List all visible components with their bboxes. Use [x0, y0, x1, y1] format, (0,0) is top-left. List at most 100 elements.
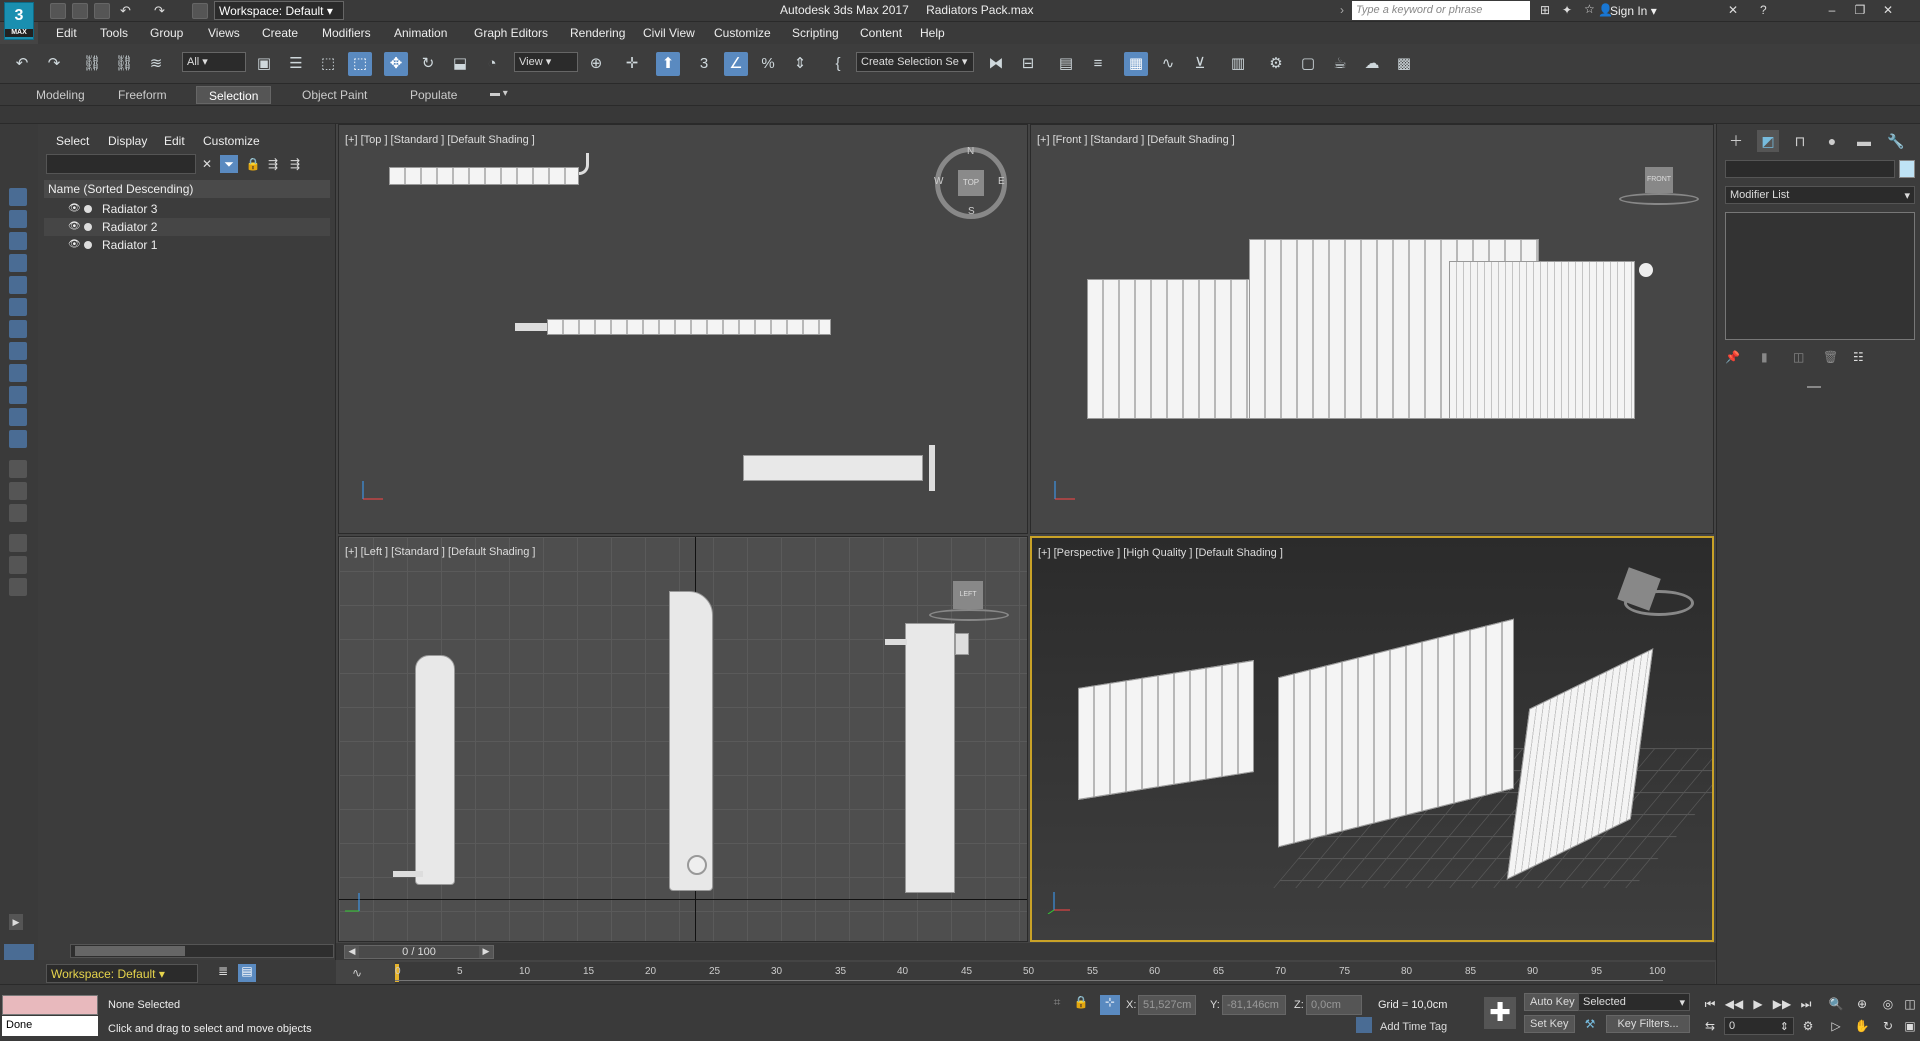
radiator-front-view-1[interactable]	[1087, 279, 1267, 419]
display-geometry-icon[interactable]	[9, 188, 27, 206]
display-containers-icon[interactable]	[9, 386, 27, 404]
zoom-extents-icon[interactable]: ◎	[1878, 995, 1898, 1013]
tab-freeform[interactable]: Freeform	[118, 88, 167, 102]
radiator-persp-1[interactable]	[1078, 660, 1254, 800]
scene-row-radiator-2[interactable]: 👁 Radiator 2	[44, 218, 330, 236]
object-name-input[interactable]	[1725, 160, 1895, 178]
open-file-icon[interactable]	[72, 3, 88, 19]
display-xrefs-icon[interactable]	[9, 342, 27, 360]
redo-icon[interactable]: ↷	[154, 3, 170, 19]
window-crossing-icon[interactable]: ⬚	[348, 52, 372, 76]
filter-icon[interactable]	[9, 556, 27, 574]
display-panel-icon[interactable]: ▬	[1853, 130, 1875, 152]
viewcube-left[interactable]: LEFT	[953, 581, 983, 609]
rotate-icon[interactable]: ↻	[416, 52, 440, 76]
exchange-apps-icon[interactable]: ✕	[1728, 3, 1738, 17]
mirror-icon[interactable]: ⧓	[984, 52, 1008, 76]
radiator-top-view-2[interactable]	[547, 319, 831, 335]
link-icon[interactable]: ⛓	[80, 52, 104, 76]
display-helpers-icon[interactable]	[9, 276, 27, 294]
close-window-button[interactable]: ✕	[1876, 1, 1900, 19]
x-coordinate-field[interactable]: 51,527cm	[1138, 995, 1196, 1015]
select-manipulate-icon[interactable]: ✛	[620, 52, 644, 76]
time-prev-icon[interactable]: ◀	[345, 946, 359, 958]
maxscript-listener-input[interactable]	[2, 995, 98, 1015]
scene-search-input[interactable]	[46, 154, 196, 174]
display-cameras-icon[interactable]	[9, 254, 27, 272]
menu-content[interactable]: Content	[860, 26, 902, 40]
toggle-ribbon-icon[interactable]: ▦	[1124, 52, 1148, 76]
display-bones-icon[interactable]	[9, 364, 27, 382]
display-shapes-icon[interactable]	[9, 210, 27, 228]
menu-views[interactable]: Views	[208, 26, 240, 40]
absolute-mode-icon[interactable]: ⊹	[1100, 995, 1120, 1015]
scene-tab-customize[interactable]: Customize	[203, 134, 260, 148]
scene-tab-display[interactable]: Display	[108, 134, 147, 148]
display-none-icon[interactable]	[9, 482, 27, 500]
freeze-dot-icon[interactable]	[84, 241, 92, 249]
filter-toggle-icon[interactable]: ⏷	[220, 155, 238, 173]
time-tag-icon[interactable]	[1356, 1017, 1372, 1033]
curve-editor-mini-icon[interactable]: ∿	[352, 966, 362, 980]
play-icon[interactable]: ▶	[1748, 995, 1768, 1013]
a360-gallery-icon[interactable]: ▩	[1392, 52, 1416, 76]
bind-space-warp-icon[interactable]: ≋	[144, 52, 168, 76]
display-space-warps-icon[interactable]	[9, 298, 27, 316]
sort-icon[interactable]	[9, 578, 27, 596]
zoom-all-icon[interactable]: ⊕	[1852, 995, 1872, 1013]
visibility-eye-icon[interactable]: 👁	[68, 221, 81, 232]
expand-panel-icon[interactable]: ▶	[9, 914, 23, 930]
track-bar[interactable]: 0 5 10 15 20 25 30 35 40 45 50 55 60 65 …	[395, 962, 1715, 984]
rendered-frame-window-icon[interactable]: ▢	[1296, 52, 1320, 76]
workspace-dropdown[interactable]: Workspace: Default ▾	[214, 1, 344, 20]
clear-search-icon[interactable]: ✕	[198, 155, 216, 173]
scene-explorer-mode-icon[interactable]: ▤	[238, 964, 256, 982]
tab-object-paint[interactable]: Object Paint	[302, 88, 367, 102]
remove-modifier-icon[interactable]: 🗑	[1823, 350, 1838, 364]
key-mode-dropdown[interactable]: Selected ▾	[1578, 993, 1690, 1011]
display-frozen-icon[interactable]	[9, 430, 27, 448]
maximize-viewport-icon[interactable]: ▣	[1900, 1017, 1920, 1035]
snaps-toggle-icon[interactable]: 3	[692, 52, 716, 76]
previous-frame-icon[interactable]: ◀◀	[1724, 995, 1744, 1013]
angle-snap-icon[interactable]: ∠	[724, 52, 748, 76]
radiator-side-view-3[interactable]	[905, 623, 955, 893]
column-header-name[interactable]: Name (Sorted Descending)	[44, 180, 330, 198]
display-groups-icon[interactable]	[9, 320, 27, 338]
scene-horizontal-scrollbar[interactable]	[70, 944, 334, 958]
schematic-view-icon[interactable]: ⊻	[1188, 52, 1212, 76]
hierarchy-panel-icon[interactable]: ⊓	[1789, 130, 1811, 152]
layer-hierarchy-icon[interactable]: ⇶	[286, 155, 304, 173]
isolate-selection-icon[interactable]: ⌗	[1048, 995, 1066, 1013]
auto-key-button[interactable]: Auto Key	[1524, 993, 1581, 1011]
menu-help[interactable]: Help	[920, 26, 945, 40]
hierarchy-icon[interactable]: ⇶	[264, 155, 282, 173]
minimize-button[interactable]: –	[1820, 1, 1844, 19]
scrollbar-thumb[interactable]	[75, 946, 185, 956]
menu-animation[interactable]: Animation	[394, 26, 447, 40]
object-color-swatch[interactable]	[1899, 160, 1915, 178]
spinner-snap-icon[interactable]: ⇕	[788, 52, 812, 76]
select-object-icon[interactable]: ▣	[252, 52, 276, 76]
menu-modifiers[interactable]: Modifiers	[322, 26, 371, 40]
show-end-result-icon[interactable]: ▮	[1761, 350, 1768, 364]
selection-filter-dropdown[interactable]: All ▾	[182, 52, 246, 72]
go-to-end-icon[interactable]: ⏭	[1796, 995, 1816, 1013]
radiator-top-view-3[interactable]	[743, 455, 923, 481]
menu-create[interactable]: Create	[262, 26, 298, 40]
create-panel-icon[interactable]: ＋	[1725, 130, 1747, 152]
menu-graph-editors[interactable]: Graph Editors	[474, 26, 548, 40]
menu-edit[interactable]: Edit	[56, 26, 77, 40]
help-search-input[interactable]: Type a keyword or phrase	[1352, 1, 1530, 20]
ribbon-options-icon[interactable]: ▬ ▾	[490, 88, 508, 99]
z-coordinate-field[interactable]: 0,0cm	[1306, 995, 1362, 1015]
y-coordinate-field[interactable]: -81,146cm	[1222, 995, 1286, 1015]
zoom-extents-all-icon[interactable]: ◫	[1900, 995, 1920, 1013]
go-to-start-icon[interactable]: ⏮	[1700, 995, 1720, 1013]
app-logo[interactable]: 3 MAX	[4, 2, 34, 40]
configure-modifier-sets-icon[interactable]: ☷	[1853, 350, 1864, 364]
modify-panel-icon[interactable]: ◩	[1757, 130, 1779, 152]
viewport-left[interactable]: [+] [Left ] [Standard ] [Default Shading…	[338, 536, 1028, 942]
menu-scripting[interactable]: Scripting	[792, 26, 839, 40]
freeze-dot-icon[interactable]	[84, 223, 92, 231]
